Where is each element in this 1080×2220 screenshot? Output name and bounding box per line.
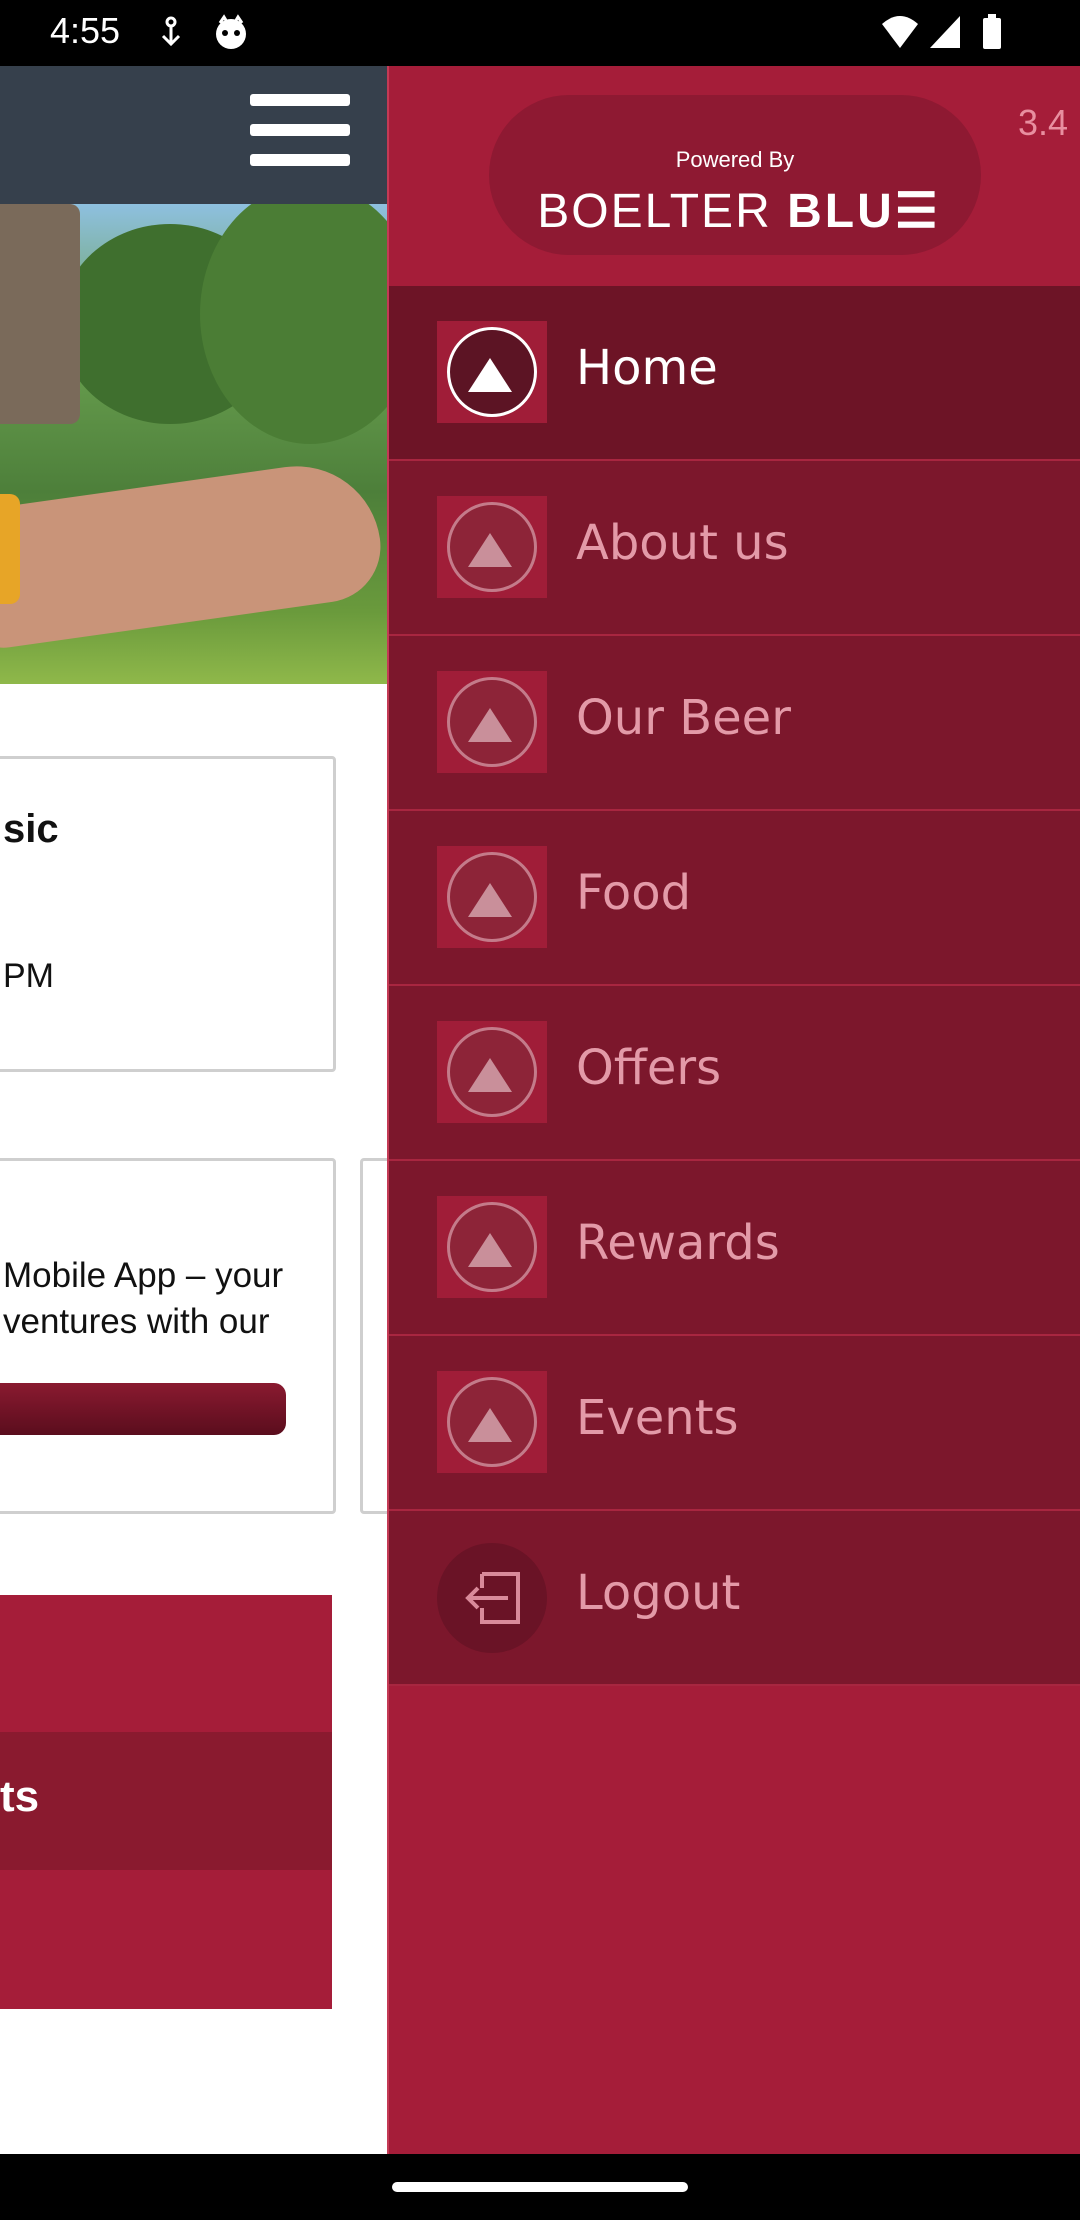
promo-band: ts	[0, 1732, 332, 1870]
hero-image	[0, 204, 387, 684]
menu-item-label: Rewards	[576, 1215, 780, 1271]
twin-oast-logo-icon	[437, 1196, 547, 1298]
brand-name-light: BOELTER	[537, 185, 772, 238]
menu-item-our-beer[interactable]: Our Beer	[389, 636, 1080, 811]
menu-item-events[interactable]: Events	[389, 1336, 1080, 1511]
menu-item-label: Our Beer	[576, 690, 791, 746]
twin-oast-logo-icon	[437, 846, 547, 948]
powered-by-label: Powered By	[675, 147, 795, 172]
wifi-icon	[880, 14, 920, 54]
menu-item-label: Offers	[576, 1040, 722, 1096]
twin-oast-logo-icon	[437, 1371, 547, 1473]
menu-item-food[interactable]: Food	[389, 811, 1080, 986]
menu-item-offers[interactable]: Offers	[389, 986, 1080, 1161]
menu-item-about-us[interactable]: About us	[389, 461, 1080, 636]
menu-icon[interactable]	[250, 94, 350, 174]
twin-oast-logo-icon	[437, 1021, 547, 1123]
battery-icon	[982, 14, 1002, 54]
menu-item-label: About us	[576, 515, 789, 571]
twin-oast-logo-icon	[437, 496, 547, 598]
download-icon	[158, 14, 184, 54]
drawer-header: Powered By BOELTER BLU☰ 3.4	[389, 66, 1080, 286]
navigation-drawer: Powered By BOELTER BLU☰ 3.4 Home About u…	[387, 66, 1080, 2154]
brand-name-bold: BLU☰	[787, 185, 941, 238]
system-nav-bar	[0, 2154, 1080, 2220]
cat-icon	[212, 14, 250, 56]
event-card-title: sic	[3, 807, 59, 851]
app-promo-line-1: Mobile App – your	[3, 1256, 284, 1295]
menu-item-label: Logout	[576, 1565, 741, 1621]
menu-item-label: Food	[576, 865, 692, 921]
app-promo-button[interactable]	[0, 1383, 286, 1435]
menu-item-home[interactable]: Home	[389, 286, 1080, 461]
menu-item-rewards[interactable]: Rewards	[389, 1161, 1080, 1336]
app-promo-text: Mobile App – your ventures with our	[3, 1253, 283, 1345]
powered-by-logo: Powered By BOELTER BLU☰	[489, 95, 981, 255]
menu-item-logout[interactable]: Logout	[389, 1511, 1080, 1686]
app-promo-card: Mobile App – your ventures with our	[0, 1158, 336, 1514]
twin-oast-logo-icon	[437, 321, 547, 423]
app-promo-line-2: ventures with our	[3, 1302, 270, 1341]
event-card[interactable]: sic PM	[0, 756, 336, 1072]
promo-banner[interactable]: ts	[0, 1595, 332, 2009]
twin-oast-logo-icon	[437, 671, 547, 773]
brand-name: BOELTER BLU☰	[529, 183, 949, 239]
status-bar: 4:55	[0, 0, 1080, 66]
logout-icon	[437, 1543, 547, 1653]
menu-item-label: Home	[576, 340, 718, 396]
home-gesture-handle[interactable]	[392, 2182, 688, 2192]
menu-item-label: Events	[576, 1390, 739, 1446]
event-card-time: PM	[3, 957, 54, 995]
promo-text: ts	[0, 1772, 40, 1821]
status-time: 4:55	[50, 10, 121, 51]
version-label: 3.4	[1017, 102, 1068, 143]
signal-icon	[928, 14, 962, 54]
